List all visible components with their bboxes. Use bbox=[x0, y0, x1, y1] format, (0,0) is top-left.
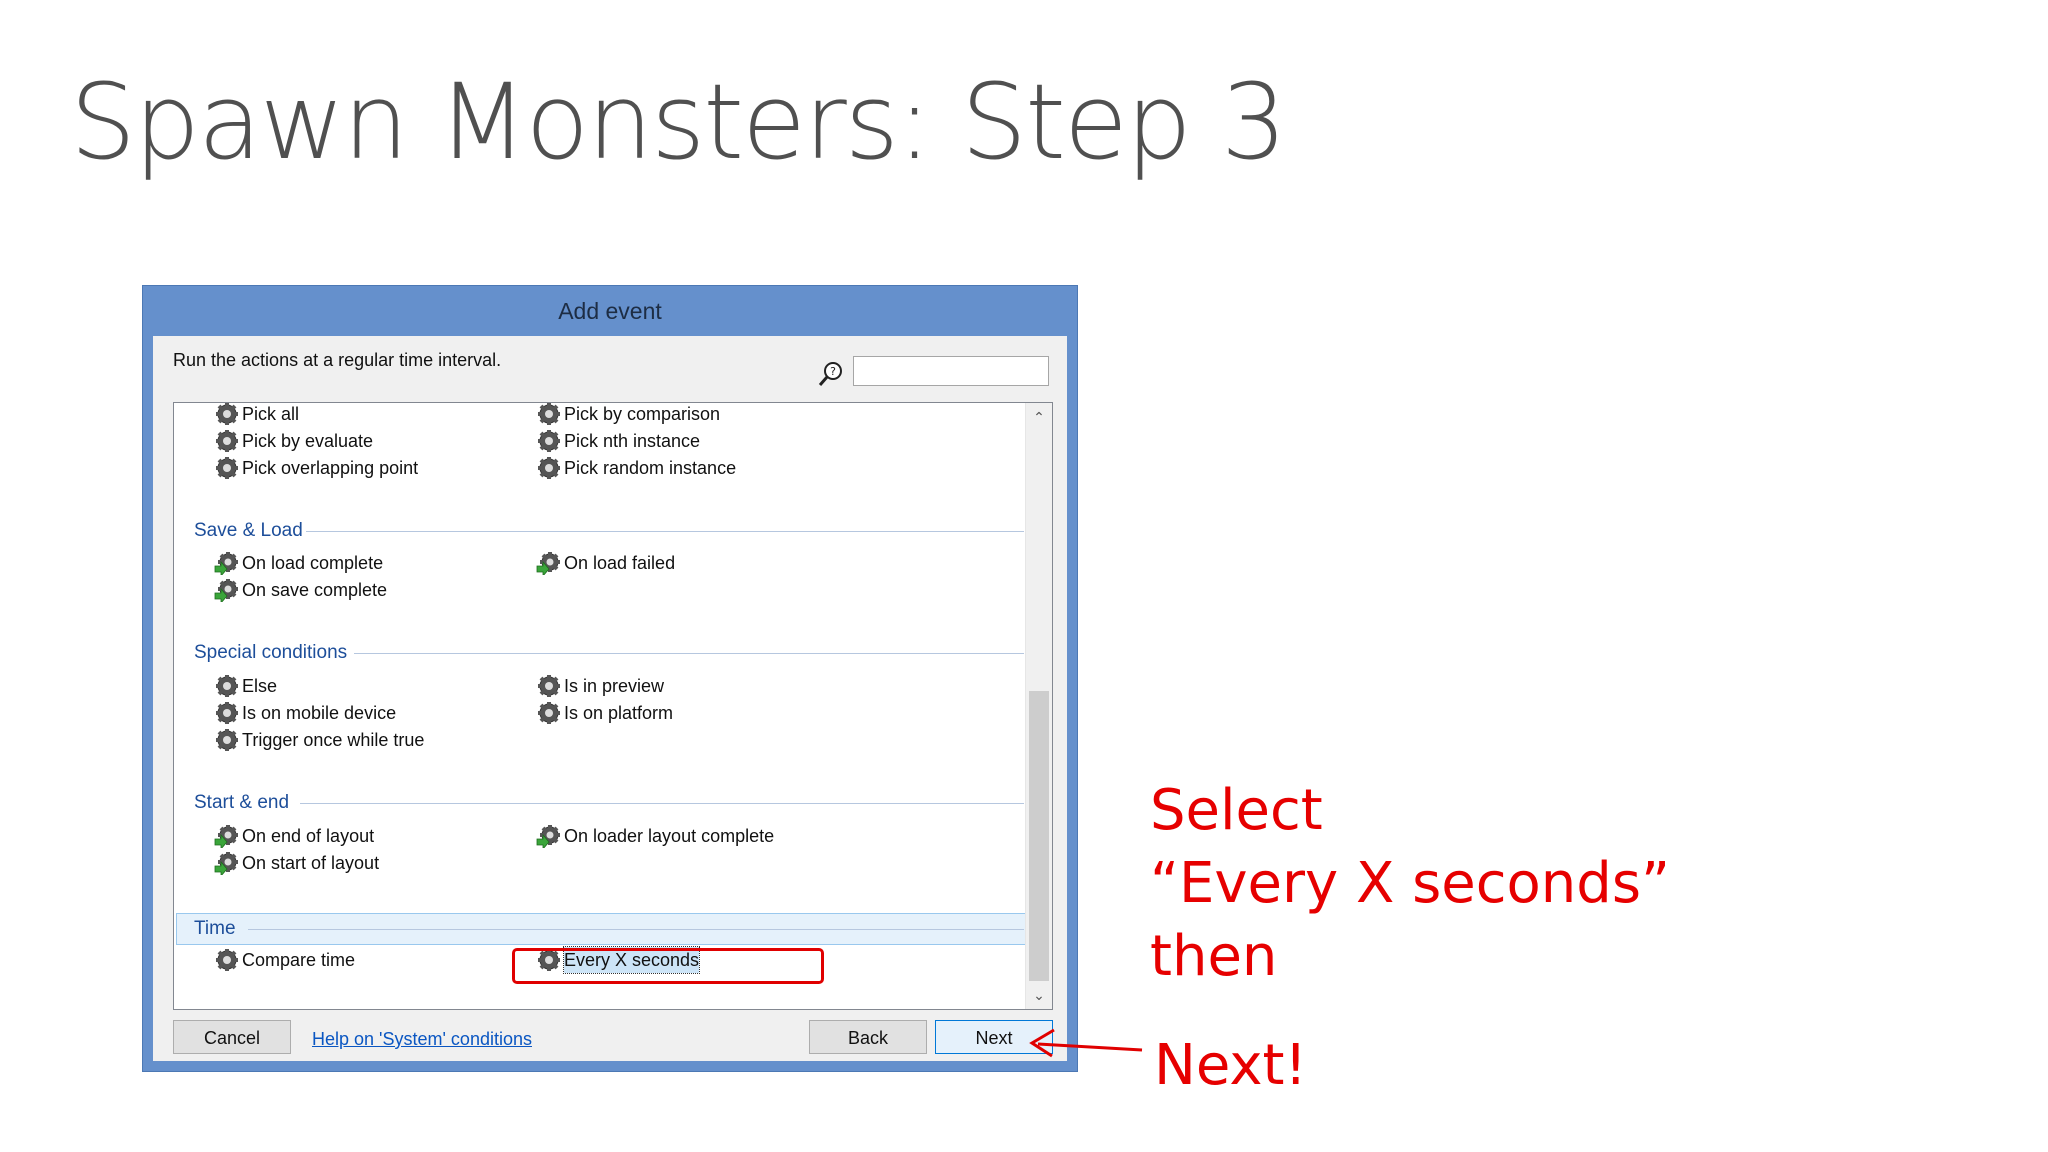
condition-label: Trigger once while true bbox=[242, 730, 425, 750]
slide-title: Spawn Monsters: Step 3 bbox=[70, 61, 1287, 183]
annotation-line-1: Select bbox=[1150, 778, 1323, 843]
gear-icon bbox=[538, 457, 560, 479]
condition-label: Pick all bbox=[242, 404, 300, 424]
condition-label: Pick overlapping point bbox=[242, 458, 419, 478]
gear-trigger-icon bbox=[214, 552, 238, 575]
section-label: Start & end bbox=[194, 792, 290, 813]
gear-icon bbox=[538, 403, 560, 425]
dialog-description: Run the actions at a regular time interv… bbox=[173, 350, 502, 370]
condition-label: Is on platform bbox=[564, 703, 674, 723]
gear-trigger-icon bbox=[214, 579, 238, 602]
gear-icon bbox=[216, 702, 238, 724]
back-button[interactable]: Back bbox=[809, 1020, 927, 1054]
section-start-end: Start & end bbox=[194, 789, 1024, 817]
svg-text:?: ? bbox=[830, 365, 836, 378]
scrollbar-thumb[interactable] bbox=[1029, 691, 1049, 981]
condition-label: On load complete bbox=[242, 553, 384, 573]
condition-label: Is in preview bbox=[564, 676, 665, 696]
condition-label: On loader layout complete bbox=[564, 826, 775, 846]
gear-icon bbox=[216, 675, 238, 697]
search-input[interactable] bbox=[853, 356, 1049, 386]
condition-label: Pick random instance bbox=[564, 458, 737, 478]
gear-icon bbox=[538, 702, 560, 724]
gear-icon bbox=[216, 457, 238, 479]
gear-icon bbox=[216, 403, 238, 425]
section-divider bbox=[306, 531, 1024, 532]
condition-label: Pick by comparison bbox=[564, 404, 721, 424]
gear-trigger-icon bbox=[214, 852, 238, 875]
section-divider bbox=[354, 653, 1024, 654]
annotation-arrow-icon bbox=[1029, 1028, 1143, 1058]
gear-icon bbox=[216, 729, 238, 751]
section-label: Save & Load bbox=[194, 520, 303, 541]
vertical-scrollbar[interactable]: ⌃ ⌄ bbox=[1025, 403, 1052, 1009]
condition-label: Compare time bbox=[242, 950, 356, 970]
condition-label: On end of layout bbox=[242, 826, 375, 846]
condition-label: Pick nth instance bbox=[564, 431, 701, 451]
search-help-icon[interactable]: ? bbox=[817, 360, 845, 388]
section-divider bbox=[248, 929, 1024, 930]
annotation-line-2: “Every X seconds” bbox=[1150, 851, 1671, 916]
condition-label: Is on mobile device bbox=[242, 703, 397, 723]
gear-trigger-icon bbox=[536, 552, 560, 575]
annotation-line-3: then bbox=[1150, 924, 1278, 989]
condition-label: Pick by evaluate bbox=[242, 431, 374, 451]
gear-icon bbox=[538, 675, 560, 697]
scroll-down-arrow-icon[interactable]: ⌄ bbox=[1026, 983, 1052, 1007]
section-label: Time bbox=[194, 918, 236, 939]
section-special-conditions: Special conditions bbox=[194, 639, 1024, 667]
condition-list: Pick all Pick by comparison Pick by eval… bbox=[173, 402, 1053, 1010]
condition-label: On save complete bbox=[242, 580, 388, 600]
section-divider bbox=[300, 803, 1024, 804]
section-save-load: Save & Load bbox=[194, 517, 1024, 545]
annotation-highlight-box bbox=[512, 948, 824, 984]
gear-icon bbox=[538, 430, 560, 452]
gear-icon bbox=[216, 430, 238, 452]
condition-label: On start of layout bbox=[242, 853, 380, 873]
cancel-button[interactable]: Cancel bbox=[173, 1020, 291, 1054]
gear-trigger-icon bbox=[536, 825, 560, 848]
annotation-line-4: Next! bbox=[1154, 1033, 1307, 1098]
section-time[interactable]: Time bbox=[194, 915, 1024, 943]
dialog-title: Add event bbox=[558, 298, 662, 324]
section-label: Special conditions bbox=[194, 642, 348, 663]
scroll-up-arrow-icon[interactable]: ⌃ bbox=[1026, 405, 1052, 429]
gear-trigger-icon bbox=[214, 825, 238, 848]
gear-icon bbox=[216, 949, 238, 971]
condition-label: On load failed bbox=[564, 553, 676, 573]
condition-label: Else bbox=[242, 676, 278, 696]
help-link[interactable]: Help on 'System' conditions bbox=[312, 1029, 532, 1050]
